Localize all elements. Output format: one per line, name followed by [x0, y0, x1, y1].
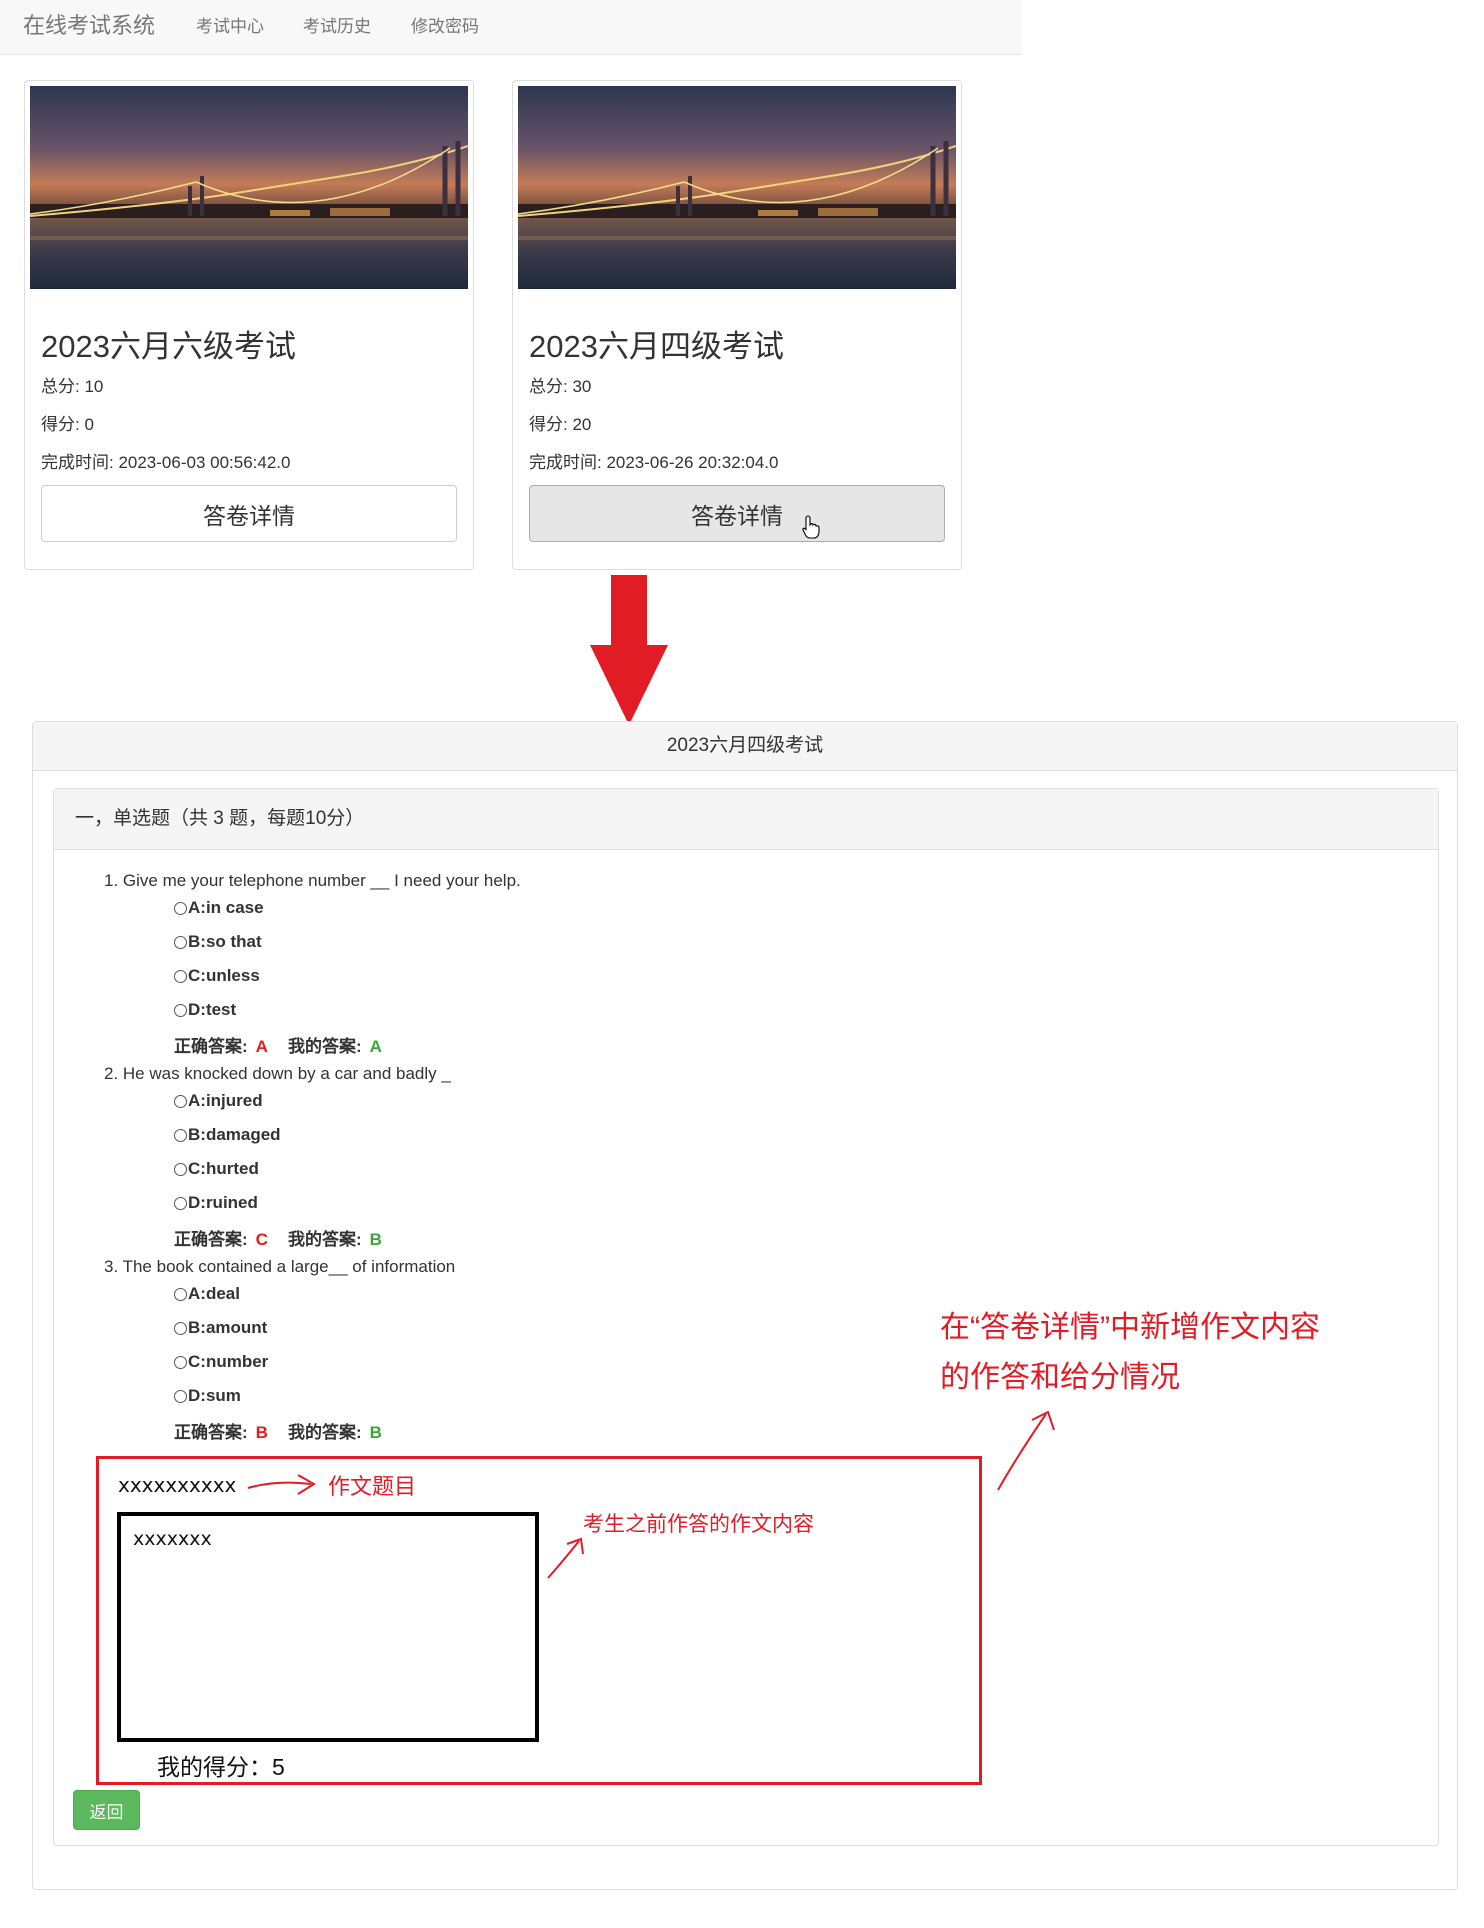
annotation-arrow-icon: [997, 1410, 1055, 1491]
card-title: 2023六月四级考试: [529, 329, 784, 364]
main-note-line-1: 在“答卷详情”中新增作文内容: [940, 1311, 1320, 1344]
option-a[interactable]: A:injured: [174, 1091, 263, 1111]
my-answer: B: [369, 1230, 382, 1249]
answer-details-button[interactable]: 答卷详情: [529, 485, 945, 542]
option-d[interactable]: D:sum: [174, 1386, 241, 1406]
card-my-score: 得分: 20: [529, 415, 592, 434]
card-finish-time: 完成时间: 2023-06-26 20:32:04.0: [529, 453, 779, 472]
hand-pointer-cursor-icon: [802, 515, 820, 539]
radio-button[interactable]: [174, 1196, 187, 1210]
answer-row: 正确答案: C 我的答案: B: [174, 1230, 382, 1249]
nav-link-exam-history[interactable]: 考试历史: [303, 12, 371, 37]
radio-button[interactable]: [174, 969, 187, 983]
correct-answer: C: [255, 1230, 268, 1249]
essay-answer-text: xxxxxxx: [133, 1528, 212, 1550]
radio-button[interactable]: [174, 1094, 187, 1108]
option-c[interactable]: C:hurted: [174, 1159, 259, 1179]
option-b[interactable]: B:amount: [174, 1318, 267, 1338]
navbar-brand[interactable]: 在线考试系统: [23, 8, 155, 40]
annotation-arrow-icon: [247, 1474, 316, 1495]
option-a[interactable]: A:deal: [174, 1284, 240, 1304]
answer-details-button[interactable]: 答卷详情: [41, 485, 457, 542]
question-text: 2. He was knocked down by a car and badl…: [104, 1064, 451, 1083]
card-total-score: 总分: 10: [41, 377, 104, 396]
radio-button[interactable]: [174, 935, 187, 949]
radio-button[interactable]: [174, 1355, 187, 1369]
essay-answer-box: xxxxxxx: [117, 1512, 539, 1742]
bridge-night-thumbnail: [518, 86, 956, 289]
radio-button[interactable]: [174, 901, 187, 915]
back-button[interactable]: 返回: [73, 1790, 140, 1830]
answer-row: 正确答案: A 我的答案: A: [174, 1037, 382, 1056]
radio-button[interactable]: [174, 1128, 187, 1142]
my-answer: A: [369, 1037, 382, 1056]
essay-content-note: 考生之前作答的作文内容: [583, 1513, 814, 1536]
correct-answer: B: [255, 1423, 268, 1442]
correct-answer: A: [255, 1037, 268, 1056]
section-title: 一，单选题（共 3 题，每题10分）: [54, 789, 1438, 850]
card-title: 2023六月六级考试: [41, 329, 296, 364]
down-arrow-icon: [590, 575, 668, 725]
my-answer: B: [369, 1423, 382, 1442]
exam-card-cet4: 2023六月四级考试 总分: 30 得分: 20 完成时间: 2023-06-2…: [512, 80, 962, 570]
answer-row: 正确答案: B 我的答案: B: [174, 1423, 382, 1442]
question-text: 3. The book contained a large__ of infor…: [104, 1257, 456, 1276]
annotation-arrow-icon: [547, 1537, 584, 1579]
option-d[interactable]: D:test: [174, 1000, 236, 1020]
option-a[interactable]: A:in case: [174, 898, 264, 918]
essay-title-note: 作文题目: [328, 1474, 417, 1499]
option-d[interactable]: D:ruined: [174, 1193, 258, 1213]
top-navbar: 在线考试系统 考试中心 考试历史 修改密码: [0, 0, 1022, 55]
option-b[interactable]: B:damaged: [174, 1125, 281, 1145]
card-total-score: 总分: 30: [529, 377, 592, 396]
option-c[interactable]: C:unless: [174, 966, 260, 986]
radio-button[interactable]: [174, 1162, 187, 1176]
essay-title: xxxxxxxxxx: [118, 1473, 237, 1497]
bridge-night-thumbnail: [30, 86, 468, 289]
radio-button[interactable]: [174, 1287, 187, 1301]
essay-my-score: 我的得分：5: [157, 1754, 285, 1780]
radio-button[interactable]: [174, 1389, 187, 1403]
nav-link-change-password[interactable]: 修改密码: [411, 12, 479, 37]
option-c[interactable]: C:number: [174, 1352, 268, 1372]
radio-button[interactable]: [174, 1003, 187, 1017]
radio-button[interactable]: [174, 1321, 187, 1335]
question-text: 1. Give me your telephone number __ I ne…: [104, 871, 521, 890]
card-finish-time: 完成时间: 2023-06-03 00:56:42.0: [41, 453, 291, 472]
card-my-score: 得分: 0: [41, 415, 94, 434]
nav-link-exam-center[interactable]: 考试中心: [196, 12, 264, 37]
exam-card-cet6: 2023六月六级考试 总分: 10 得分: 0 完成时间: 2023-06-03…: [24, 80, 474, 570]
option-b[interactable]: B:so that: [174, 932, 262, 952]
main-note-line-2: 的作答和给分情况: [940, 1361, 1180, 1394]
exam-title: 2023六月四级考试: [33, 722, 1457, 771]
